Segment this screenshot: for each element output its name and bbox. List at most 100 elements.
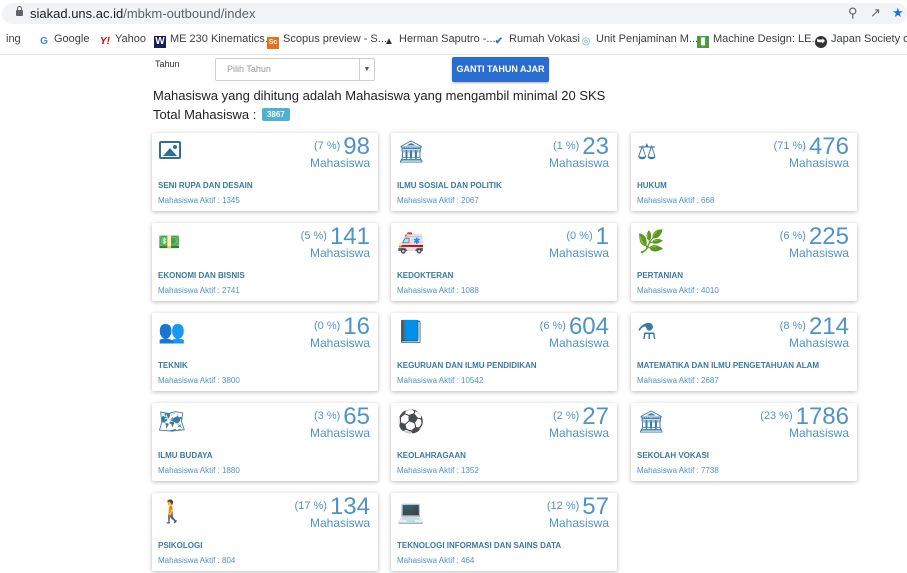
card-stat: (8 %) 214 Mahasiswa: [779, 315, 849, 350]
faculty-aktif: Mahasiswa Aktif : 3800: [158, 376, 240, 385]
faculty-aktif: Mahasiswa Aktif : 2741: [158, 286, 240, 295]
url-path: /mbkm-outbound/index: [123, 6, 256, 21]
faculty-card[interactable]: 🚑 (0 %) 1 Mahasiswa KEDOKTERAN Mahasiswa A…: [391, 223, 617, 301]
faculty-aktif: Mahasiswa Aktif : 464: [397, 556, 475, 565]
faculty-card[interactable]: ⚗ (8 %) 214 Mahasiswa MATEMATIKA DAN ILMU …: [631, 313, 857, 391]
card-stat: (12 %) 57 Mahasiswa: [546, 495, 609, 530]
url-text[interactable]: siakad.uns.ac.id/mbkm-outbound/index: [30, 6, 255, 21]
faculty-aktif: Mahasiswa Aktif : 1345: [158, 196, 240, 205]
card-unit: Mahasiswa: [309, 156, 370, 170]
google-icon: G: [40, 36, 48, 47]
book-icon: 📘: [397, 319, 425, 344]
faculty-card[interactable]: 🌿 (6 %) 225 Mahasiswa PERTANIAN Mahasiswa …: [631, 223, 857, 301]
bookmark-item[interactable]: Sc Scopus preview - S...: [267, 33, 387, 49]
leaf-icon: 🌿: [637, 229, 665, 254]
faculty-aktif: Mahasiswa Aktif : 1352: [397, 466, 479, 475]
lock-icon[interactable]: [16, 6, 23, 16]
card-unit: Mahasiswa: [548, 156, 609, 170]
faculty-card[interactable]: 🚶 (17 %) 134 Mahasiswa PSIKOLOGI Mahasiswa…: [152, 493, 378, 571]
faculty-card[interactable]: 💻 (12 %) 57 Mahasiswa TEKNOLOGI INFORMASI …: [391, 493, 617, 571]
faculty-aktif: Mahasiswa Aktif : 4010: [637, 286, 719, 295]
bookmark-item[interactable]: G Google: [38, 33, 89, 48]
faculty-card[interactable]: 👥 (0 %) 16 Mahasiswa TEKNIK Mahasiswa Akti…: [152, 313, 378, 391]
football-icon: ⚽: [397, 409, 425, 434]
faculty-card[interactable]: 💵 (5 %) 141 Mahasiswa EKONOMI DAN BISNIS M…: [152, 223, 378, 301]
bookmark-label: ing: [6, 33, 21, 45]
card-stat: (7 %) 98 Mahasiswa: [309, 135, 370, 170]
bookmark-item[interactable]: ➥ Japan Society of M: [815, 33, 907, 48]
faculty-name: ILMU SOSIAL DAN POLITIK: [397, 181, 502, 190]
faculty-card[interactable]: 🏛 (23 %) 1786 Mahasiswa SEKOLAH VOKASI Mah…: [631, 403, 857, 481]
card-stat: (0 %) 16 Mahasiswa: [309, 315, 370, 350]
users-icon: 👥: [158, 319, 186, 344]
bookmarks-bar: ing G Google Y! Yahoo W ME 230 Kinematics..…: [0, 27, 907, 55]
share-icon[interactable]: ↗: [870, 5, 881, 21]
bookmark-item[interactable]: ◎ Unit Penjaminan M...: [580, 33, 698, 48]
faculty-aktif: Mahasiswa Aktif : 1880: [158, 466, 240, 475]
faculty-name: PERTANIAN: [637, 271, 684, 280]
bookmark-label: Japan Society of M: [831, 33, 907, 45]
faculty-card[interactable]: ⚖ (71 %) 476 Mahasiswa HUKUM Mahasiswa Akt…: [631, 133, 857, 211]
card-unit: Mahasiswa: [788, 246, 849, 260]
scopus-icon: Sc: [267, 37, 279, 49]
faculty-name: EKONOMI DAN BISNIS: [158, 271, 245, 280]
bookmark-label: Scopus preview - S...: [283, 33, 387, 45]
bookmark-item[interactable]: W ME 230 Kinematics...: [154, 33, 274, 48]
card-percent: (2 %): [553, 410, 580, 422]
faculty-name: TEKNOLOGI INFORMASI DAN SAINS DATA: [397, 541, 562, 550]
w-icon: W: [154, 36, 166, 48]
search-icon[interactable]: ⚲: [848, 5, 858, 21]
faculty-aktif: Mahasiswa Aktif : 1088: [397, 286, 479, 295]
card-percent: (12 %): [546, 500, 580, 512]
card-percent: (8 %): [779, 320, 806, 332]
faculty-card[interactable]: 🗺 (3 %) 65 Mahasiswa ILMU BUDAYA Mahasiswa…: [152, 403, 378, 481]
card-percent: (23 %): [760, 410, 793, 422]
faculty-name: ILMU BUDAYA: [158, 451, 213, 460]
card-percent: (1 %): [553, 140, 580, 152]
card-unit: Mahasiswa: [788, 426, 849, 440]
card-stat: (2 %) 27 Mahasiswa: [549, 405, 609, 440]
card-stat: (71 %) 476 Mahasiswa: [773, 135, 849, 170]
faculty-name: PSIKOLOGI: [158, 541, 203, 550]
card-percent: (5 %): [300, 230, 327, 242]
faculty-card[interactable]: (7 %) 98 Mahasiswa SENI RUPA DAN DESAIN Ma…: [152, 133, 378, 211]
card-stat: (1 %) 23 Mahasiswa: [548, 135, 609, 170]
faculty-name: HUKUM: [637, 181, 667, 190]
bookmark-label: Machine Design: LE...: [713, 33, 821, 45]
yahoo-icon: Y!: [100, 36, 110, 47]
faculty-aktif: Mahasiswa Aktif : 804: [158, 556, 236, 565]
faculty-aktif: Mahasiswa Aktif : 10542: [397, 376, 484, 385]
faculty-card[interactable]: ⚽ (2 %) 27 Mahasiswa KEOLAHRAGAAN Mahasisw…: [391, 403, 617, 481]
bookmark-item[interactable]: ▮ Machine Design: LE...: [697, 33, 821, 48]
faculty-aktif: Mahasiswa Aktif : 668: [637, 196, 715, 205]
faculty-name: MATEMATIKA DAN ILMU PENGETAHUAN ALAM: [637, 361, 820, 370]
faculty-card[interactable]: 🏛 (1 %) 23 Mahasiswa ILMU SOSIAL DAN POLIT…: [391, 133, 617, 211]
faculty-name: KEDOKTERAN: [397, 271, 454, 280]
tahun-label: Tahun: [155, 59, 180, 69]
bookmark-label: Herman Saputro -...: [399, 33, 496, 45]
tahun-select[interactable]: Pilih Tahun ▼: [215, 58, 375, 81]
bookmark-item[interactable]: ✔ Rumah Vokasi: [493, 33, 580, 48]
chevron-down-icon[interactable]: ▼: [359, 59, 374, 80]
bookmark-item[interactable]: Y! Yahoo: [99, 33, 146, 48]
bookmark-item[interactable]: ing: [6, 33, 21, 45]
total-badge: 3867: [261, 108, 290, 121]
book-icon: ▮: [697, 36, 709, 48]
ganti-tahun-ajar-button[interactable]: GANTI TAHUN AJAR: [452, 57, 549, 82]
card-unit: Mahasiswa: [309, 246, 370, 260]
url-field[interactable]: siakad.uns.ac.id/mbkm-outbound/index ⚲ ↗…: [2, 3, 907, 24]
faculty-name: KEGURUAN DAN ILMU PENDIDIKAN: [397, 361, 537, 370]
bookmark-label: Rumah Vokasi: [509, 33, 580, 45]
star-icon[interactable]: ★: [892, 5, 904, 21]
card-unit: Mahasiswa: [309, 516, 370, 530]
card-stat: (5 %) 141 Mahasiswa: [300, 225, 370, 260]
bookmark-item[interactable]: ▲ Herman Saputro -...: [383, 33, 496, 48]
institution-icon: 🏛: [637, 409, 665, 434]
total-label: Total Mahasiswa :: [153, 107, 257, 122]
card-unit: Mahasiswa: [309, 336, 370, 350]
card-percent: (71 %): [773, 140, 806, 152]
card-stat: (0 %) 1 Mahasiswa: [549, 225, 609, 260]
faculty-card[interactable]: 📘 (6 %) 604 Mahasiswa KEGURUAN DAN ILMU PE…: [391, 313, 617, 391]
page-content: Tahun Pilih Tahun ▼ GANTI TAHUN AJAR Mah…: [0, 55, 907, 573]
institution-icon: 🏛: [397, 139, 425, 164]
